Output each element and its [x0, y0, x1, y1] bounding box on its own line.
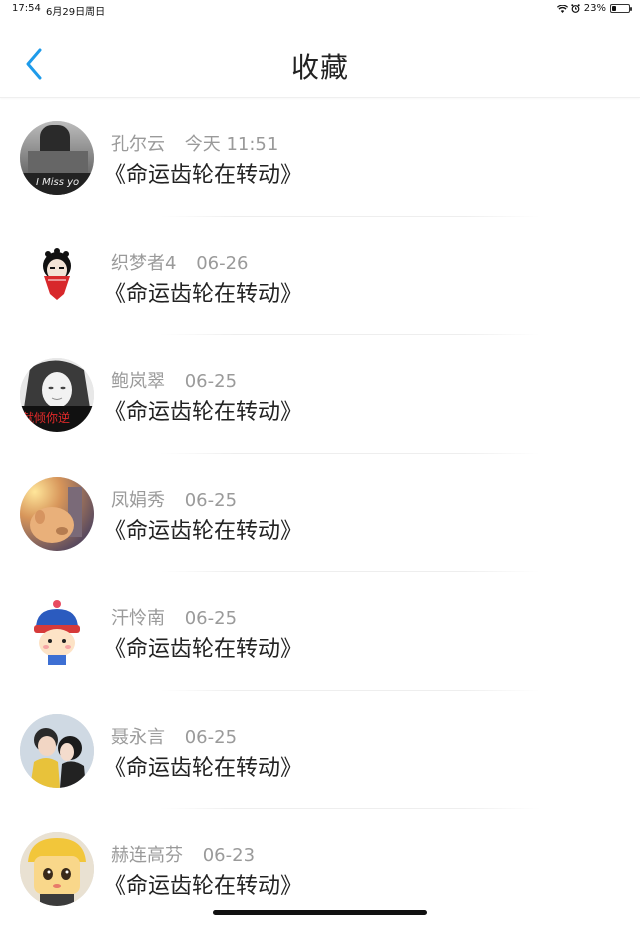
- wifi-icon: [556, 4, 568, 13]
- item-title: 《命运齿轮在转动》: [104, 637, 303, 662]
- avatar[interactable]: [20, 832, 94, 906]
- item-title: 《命运齿轮在转动》: [104, 281, 303, 307]
- status-bar: 17:54 6月29日周日 23%: [0, 0, 640, 18]
- item-meta: 孔尔云 今天 11:51: [111, 130, 278, 156]
- status-time: 17:54: [12, 3, 41, 14]
- item-meta: 赫连高芬 06-23: [111, 841, 255, 867]
- item-meta: 织梦者4 06-26: [111, 249, 249, 275]
- status-indicators: 23%: [556, 3, 632, 14]
- navigation-bar: 收藏: [0, 18, 640, 98]
- battery-icon: [610, 4, 632, 13]
- avatar-caption: I Miss yo: [36, 177, 79, 188]
- item-title: 《命运齿轮在转动》: [104, 755, 303, 781]
- author-name: 赫连高芬: [111, 845, 183, 866]
- item-meta: 汗怜南 06-25: [111, 604, 237, 630]
- author-name: 织梦者4: [111, 252, 177, 274]
- item-time: 06-23: [202, 845, 256, 866]
- avatar[interactable]: [20, 595, 94, 669]
- item-time: 06-25: [184, 608, 238, 629]
- author-name: 孔尔云: [111, 134, 165, 155]
- list-item[interactable]: 织梦者4 06-26 《命运齿轮在转动》: [0, 217, 640, 335]
- avatar[interactable]: [20, 476, 94, 551]
- author-name: 鲍岚翠: [111, 371, 165, 392]
- home-indicator[interactable]: [213, 910, 427, 915]
- item-title: 《命运齿轮在转动》: [104, 874, 303, 899]
- avatar-caption: 就倾你逆: [22, 410, 70, 425]
- item-title: 《命运齿轮在转动》: [104, 163, 303, 188]
- alarm-icon: [571, 4, 580, 13]
- author-name: 聂永言: [111, 726, 165, 748]
- favorites-list: I Miss yo 孔尔云 今天 11:51 《命运齿轮在转动》 织梦者4 06…: [0, 98, 640, 928]
- item-time: 今天 11:51: [184, 134, 279, 155]
- item-meta: 聂永言 06-25: [111, 723, 237, 749]
- list-item[interactable]: 就倾你逆 鲍岚翠 06-25 《命运齿轮在转动》: [0, 335, 640, 454]
- avatar[interactable]: [20, 713, 94, 788]
- avatar[interactable]: [20, 239, 94, 314]
- list-item[interactable]: 汗怜南 06-25 《命运齿轮在转动》: [0, 572, 640, 691]
- list-item[interactable]: 凤娟秀 06-25 《命运齿轮在转动》: [0, 454, 640, 572]
- avatar[interactable]: I Miss yo: [20, 121, 94, 195]
- item-time: 06-26: [196, 252, 249, 274]
- author-name: 凤娟秀: [111, 489, 165, 511]
- item-meta: 凤娟秀 06-25: [111, 486, 237, 512]
- list-item[interactable]: I Miss yo 孔尔云 今天 11:51 《命运齿轮在转动》: [0, 98, 640, 217]
- status-date: 6月29日周日: [46, 7, 106, 18]
- item-time: 06-25: [184, 371, 238, 392]
- battery-level: [612, 6, 616, 11]
- list-item[interactable]: 聂永言 06-25 《命运齿轮在转动》: [0, 691, 640, 809]
- avatar[interactable]: 就倾你逆: [20, 358, 94, 432]
- item-time: 06-25: [184, 489, 238, 511]
- battery-percent: 23%: [583, 3, 606, 14]
- item-title: 《命运齿轮在转动》: [104, 400, 303, 425]
- page-title: 收藏: [290, 51, 349, 84]
- item-time: 06-25: [184, 726, 238, 748]
- item-title: 《命运齿轮在转动》: [104, 518, 303, 544]
- author-name: 汗怜南: [111, 608, 165, 629]
- item-meta: 鲍岚翠 06-25: [111, 367, 237, 393]
